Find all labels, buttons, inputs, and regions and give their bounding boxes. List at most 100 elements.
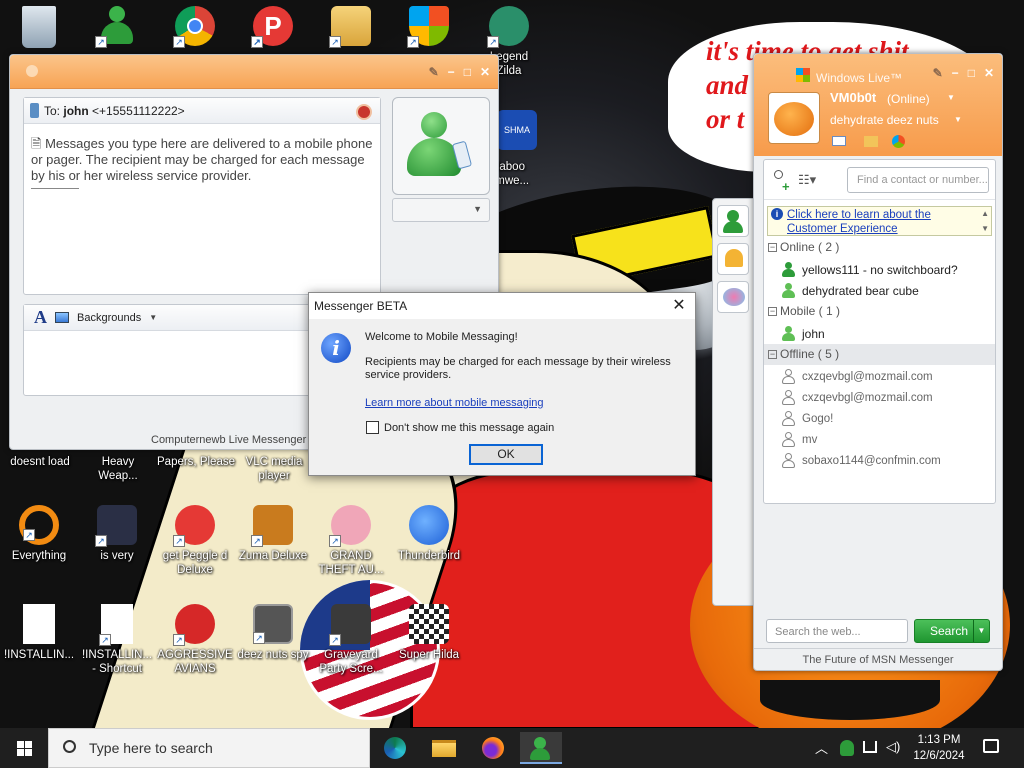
collapse-icon[interactable]: − (768, 307, 777, 317)
ok-button[interactable]: OK (469, 444, 543, 465)
contact-list-window[interactable]: Windows Live™ ✎ − □ ✕ VM0b0t (Online) ▼ … (753, 53, 1003, 671)
chevron-down-icon[interactable]: ▼ (473, 204, 482, 214)
messenger-taskbar-icon[interactable] (520, 732, 562, 764)
view-options-icon[interactable]: ☷▾ (798, 172, 816, 188)
contact-display-picture[interactable] (392, 97, 490, 195)
dialog-learn-more-link[interactable]: Learn more about mobile messaging (365, 397, 544, 410)
desktop-icon-is-very[interactable]: ↗ is very (78, 505, 156, 563)
add-contact-icon[interactable]: + (770, 169, 792, 194)
start-button[interactable] (0, 728, 48, 768)
paint-icon[interactable]: ✎ (429, 65, 439, 79)
compose-area[interactable]: A Backgrounds ▼ (23, 304, 313, 396)
mail-icon[interactable] (832, 136, 846, 146)
collapse-icon[interactable]: − (768, 350, 777, 360)
tab-alerts[interactable] (717, 243, 749, 275)
desktop-icon-vlc[interactable]: VLC media player (234, 455, 314, 483)
search-dropdown-icon[interactable]: ▼ (973, 620, 989, 642)
messenger-tray-icon[interactable] (840, 740, 854, 756)
contact-item[interactable]: cxzqevbgl@mozmail.com (764, 386, 995, 407)
desktop-icon-zuma[interactable]: ↗ Zuma Deluxe (234, 505, 312, 563)
desktop-icon-installing-shortcut[interactable]: ↗ !INSTALLIN... - Shortcut (78, 604, 156, 676)
folder-icon[interactable] (864, 136, 878, 147)
desktop-icon-papers-please[interactable]: Papers, Please (156, 455, 236, 469)
chevron-down-icon[interactable]: ▼ (954, 115, 962, 124)
desktop-icon-thunderbird[interactable]: Thunderbird (390, 505, 468, 563)
tab-fun[interactable] (717, 281, 749, 313)
chevron-up-icon[interactable]: ︿ (815, 738, 828, 757)
personal-message[interactable]: dehydrate deez nuts (830, 113, 939, 127)
close-button[interactable]: ✕ (984, 66, 994, 80)
contact-item[interactable]: yellows111 - no switchboard? (764, 258, 995, 279)
msn-spaces-icon[interactable] (892, 135, 905, 148)
scroll-up-icon[interactable]: ▲ (981, 207, 989, 221)
notification-icon[interactable] (983, 739, 999, 753)
desktop-icon-heavy[interactable]: Heavy Weap... (78, 455, 158, 483)
contact-item[interactable]: Gogo! (764, 407, 995, 428)
chevron-down-icon[interactable]: ▼ (947, 93, 955, 102)
chrome-icon[interactable]: ↗ (156, 6, 234, 50)
contact-item[interactable]: john (764, 322, 995, 343)
network-icon[interactable] (863, 741, 877, 753)
contact-list-tabs (712, 198, 754, 606)
msn-messenger-desktop-icon[interactable]: ↗ (78, 6, 156, 50)
desktop-icon-peggle-deluxe[interactable]: ↗ get Peggle d Deluxe (156, 505, 234, 577)
contact-item[interactable]: mv (764, 428, 995, 449)
taskbar-search-box[interactable]: Type here to search (48, 728, 370, 768)
find-contact-input[interactable]: Find a contact or number... (847, 166, 989, 193)
search-button[interactable]: Search ▼ (914, 619, 990, 643)
font-icon[interactable]: A (34, 307, 47, 328)
windows-shield-icon[interactable]: ↗ (390, 6, 468, 50)
chat-title-bar[interactable]: ✎ − □ ✕ (10, 55, 498, 89)
desktop-icon-everything[interactable]: ↗ Everything (0, 505, 78, 563)
folder-icon[interactable]: ↗ (312, 6, 390, 50)
chevron-down-icon[interactable]: ▼ (149, 313, 157, 322)
user-status[interactable]: (Online) (887, 92, 930, 106)
desktop-icon-aggressive-avians[interactable]: ↗ AGGRESSIVE AVIANS (156, 604, 234, 676)
display-picture-menu[interactable]: ▼ (392, 198, 490, 222)
close-button[interactable]: ✕ (480, 65, 490, 79)
dont-show-again[interactable]: Don't show me this message again (366, 421, 554, 434)
desktop-icon-installing[interactable]: !INSTALLIN... (0, 604, 78, 662)
contact-group-header[interactable]: − Offline ( 5 ) (764, 344, 995, 365)
contact-item[interactable]: dehydrated bear cube (764, 279, 995, 300)
customer-experience-link[interactable]: Click here to learn about the (787, 209, 931, 221)
desktop-icon-gta[interactable]: ↗ GRAND THEFT AU... (312, 505, 390, 577)
contact-group-name: Mobile ( 1 ) (780, 304, 841, 318)
peggle-icon[interactable]: P ↗ (234, 6, 312, 50)
contact-group-header[interactable]: − Online ( 2 ) (764, 237, 995, 258)
recycle-bin-icon[interactable] (0, 6, 78, 52)
volume-icon[interactable]: ◁) (886, 739, 900, 755)
customer-experience-banner[interactable]: i Click here to learn about the Customer… (767, 206, 992, 236)
tab-contacts[interactable] (717, 205, 749, 237)
mobile-messaging-dialog[interactable]: Messenger BETA ✕ i Welcome to Mobile Mes… (308, 292, 696, 476)
collapse-icon[interactable]: − (768, 243, 777, 253)
contact-item[interactable]: cxzqevbgl@mozmail.com (764, 365, 995, 386)
user-display-name[interactable]: VM0b0t (830, 90, 876, 105)
web-search-input[interactable]: Search the web... (766, 619, 908, 643)
user-display-picture[interactable] (768, 92, 820, 144)
dont-show-again-label[interactable]: Don't show me this message again (384, 422, 554, 434)
explorer-taskbar-icon[interactable] (426, 732, 462, 764)
dont-show-again-checkbox[interactable] (366, 421, 379, 434)
desktop-icon-doesnt-load[interactable]: doesnt load (0, 455, 80, 469)
edge-taskbar-icon[interactable] (377, 732, 413, 764)
customer-experience-link-2[interactable]: Customer Experience (787, 223, 898, 235)
contact-group-header[interactable]: − Mobile ( 1 ) (764, 301, 995, 322)
minimize-button[interactable]: − (448, 65, 455, 79)
backgrounds-button[interactable]: Backgrounds (77, 312, 141, 324)
dialog-title-bar[interactable]: Messenger BETA ✕ (309, 293, 695, 319)
desktop-icon-deez-nuts-spy[interactable]: ↗ deez nuts spy (234, 604, 312, 662)
contact-name: john (802, 326, 825, 341)
minimize-button[interactable]: − (952, 66, 959, 80)
maximize-button[interactable]: □ (968, 66, 975, 80)
contact-item[interactable]: sobaxo1144@confmin.com (764, 449, 995, 470)
clock[interactable]: 1:13 PM 12/6/2024 (908, 732, 970, 764)
dialog-close-button[interactable]: ✕ (663, 293, 695, 319)
block-icon[interactable] (356, 104, 372, 120)
paint-icon[interactable]: ✎ (933, 66, 943, 80)
maximize-button[interactable]: □ (464, 65, 471, 79)
scroll-down-icon[interactable]: ▼ (981, 222, 989, 236)
desktop-icon-super-hilda[interactable]: Super Hilda (390, 604, 468, 662)
firefox-taskbar-icon[interactable] (475, 732, 511, 764)
desktop-icon-graveyard[interactable]: ↗ Graveyard Party Scre... (312, 604, 390, 676)
